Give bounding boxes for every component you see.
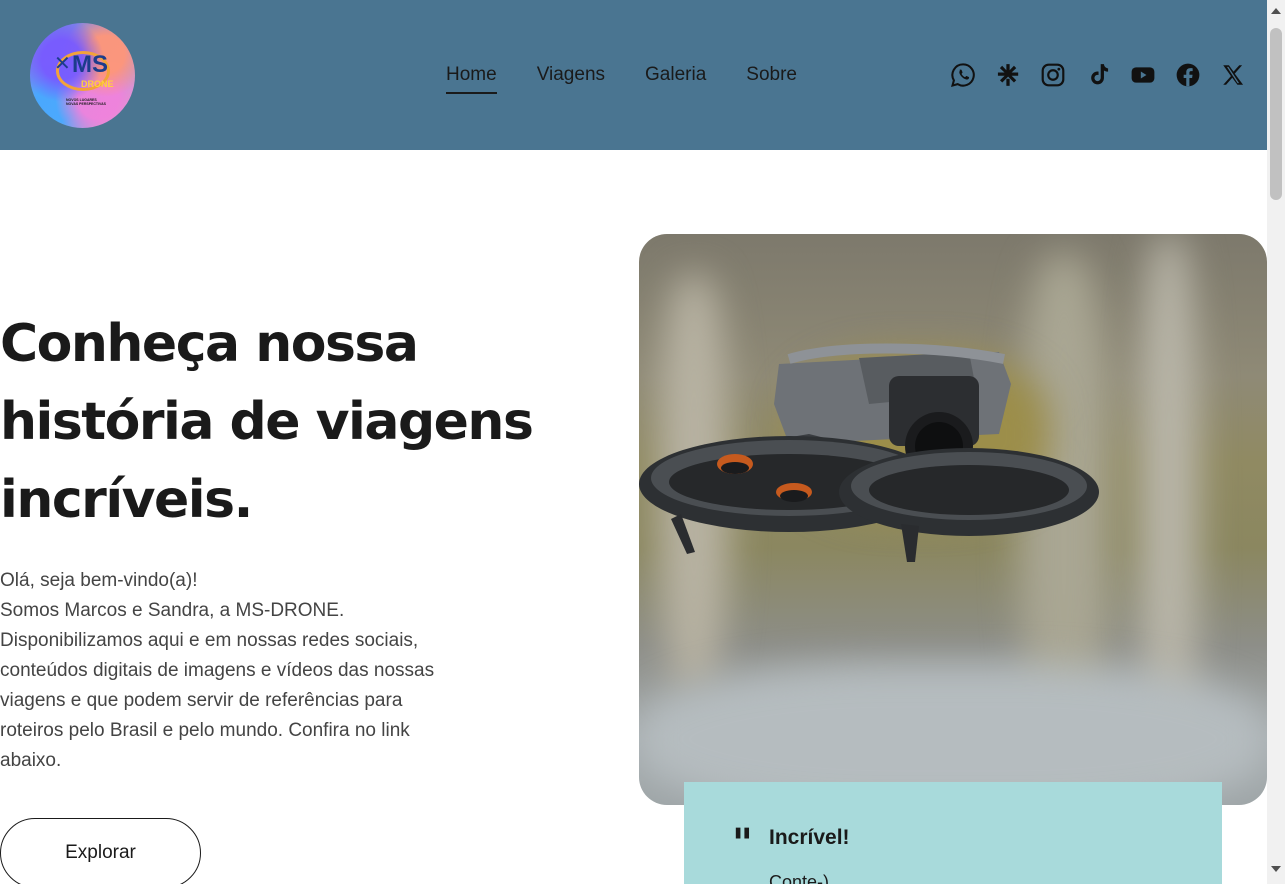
drone-icon bbox=[639, 343, 1099, 562]
explore-button[interactable]: Explorar bbox=[0, 818, 201, 884]
scroll-down-arrow-icon[interactable] bbox=[1271, 866, 1281, 872]
nav-home[interactable]: Home bbox=[446, 62, 497, 94]
nav-viagens[interactable]: Viagens bbox=[537, 62, 605, 94]
hero-text-line: Olá, seja bem-vindo(a)! bbox=[0, 570, 198, 591]
main-nav: Home Viagens Galeria Sobre bbox=[446, 62, 797, 94]
site-header: ✕ MS DRONE NOVOS LUGARES NOVAS PERSPECTI… bbox=[0, 0, 1267, 150]
logo-subtext: DRONE bbox=[81, 79, 114, 89]
testimonial-title: Incrível! bbox=[769, 826, 850, 849]
hero-description: Olá, seja bem-vindo(a)! Somos Marcos e S… bbox=[0, 566, 500, 776]
nav-sobre[interactable]: Sobre bbox=[746, 62, 797, 94]
drone-photo bbox=[639, 234, 1267, 805]
hero-text-line: abaixo. bbox=[0, 750, 62, 771]
hero-text-line: conteúdos digitais de imagens e vídeos d… bbox=[0, 660, 435, 681]
tiktok-icon[interactable] bbox=[1085, 60, 1111, 90]
hero-text-line: viagens e que podem servir de referência… bbox=[0, 690, 403, 711]
hero-title-line: Conheça nossa bbox=[0, 314, 419, 374]
social-links bbox=[950, 60, 1246, 90]
testimonial-subtitle: Conte-) bbox=[769, 872, 830, 884]
facebook-icon[interactable] bbox=[1175, 60, 1201, 90]
hero-text-line: Disponibilizamos aqui e em nossas redes … bbox=[0, 630, 419, 651]
logo-tagline: NOVOS LUGARES NOVAS PERSPECTIVAS bbox=[66, 98, 106, 106]
hero-title-line: incríveis. bbox=[0, 470, 253, 530]
logo-star-icon: ✕ bbox=[54, 51, 71, 75]
scrollbar[interactable] bbox=[1267, 0, 1285, 884]
scroll-up-arrow-icon[interactable] bbox=[1271, 8, 1281, 14]
hero-text-line: roteiros pelo Brasil e pelo mundo. Confi… bbox=[0, 720, 410, 741]
testimonial-card: " Incrível! Conte-) bbox=[684, 782, 1222, 884]
youtube-icon[interactable] bbox=[1130, 60, 1156, 90]
x-icon[interactable] bbox=[1220, 60, 1246, 90]
hero-text-line: Somos Marcos e Sandra, a MS-DRONE. bbox=[0, 600, 345, 621]
logo[interactable]: ✕ MS DRONE NOVOS LUGARES NOVAS PERSPECTI… bbox=[30, 23, 135, 128]
whatsapp-icon[interactable] bbox=[950, 60, 976, 90]
quote-icon: " bbox=[732, 820, 753, 867]
hero-title-line: história de viagens bbox=[0, 392, 534, 452]
scroll-thumb[interactable] bbox=[1270, 28, 1282, 200]
linktree-icon[interactable] bbox=[995, 60, 1021, 90]
instagram-icon[interactable] bbox=[1040, 60, 1066, 90]
nav-galeria[interactable]: Galeria bbox=[645, 62, 706, 94]
hero-title: Conheça nossa história de viagens incrív… bbox=[0, 305, 600, 539]
logo-text: MS bbox=[72, 51, 108, 78]
